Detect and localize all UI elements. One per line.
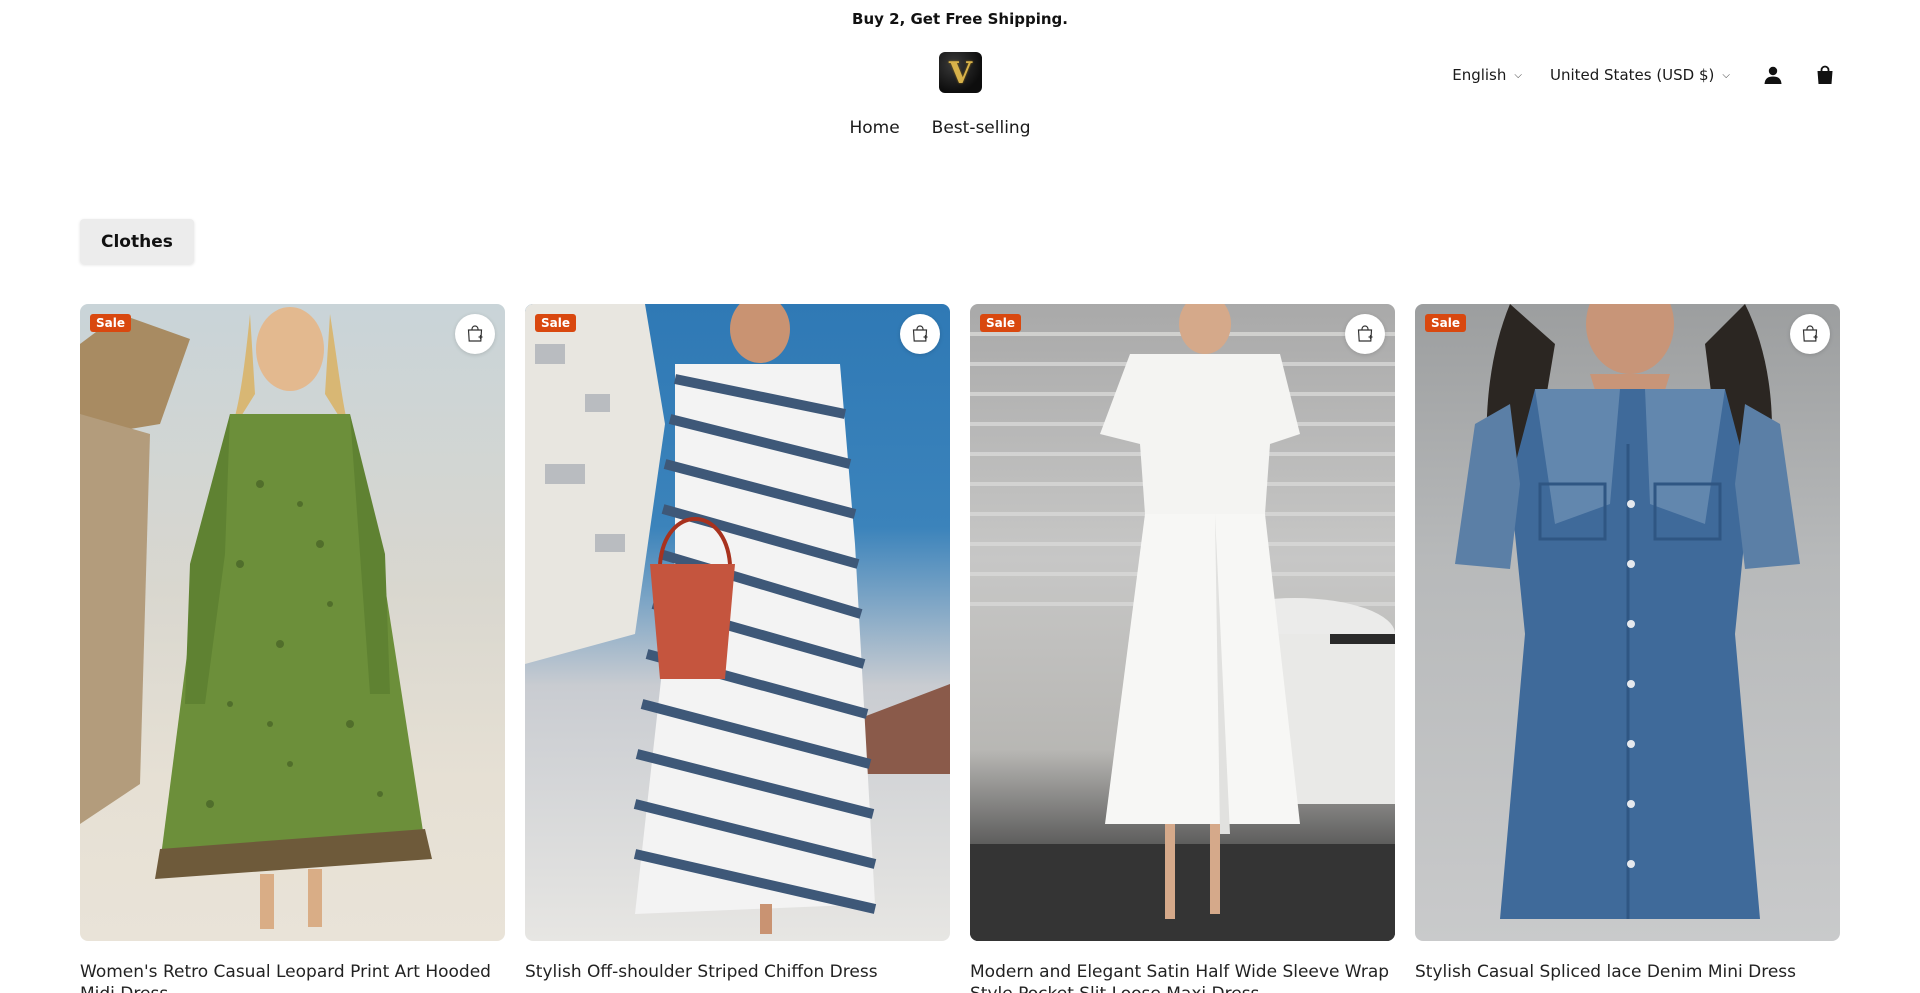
currency-label: United States (USD $) bbox=[1549, 66, 1715, 84]
announcement-text: Buy 2, Get Free Shipping. bbox=[852, 10, 1068, 28]
nav-item-home[interactable]: Home bbox=[849, 118, 899, 138]
product-card[interactable]: Sale Stylish Casual Spliced lace Denim M… bbox=[1415, 304, 1840, 993]
product-image[interactable]: Sale bbox=[525, 304, 950, 941]
shopping-bag-plus-icon bbox=[1357, 325, 1373, 342]
site-header: V English ⌵ United States (USD $) ⌵ bbox=[0, 38, 1920, 108]
person-icon bbox=[1764, 66, 1782, 84]
quick-add-button[interactable] bbox=[1790, 314, 1830, 354]
product-title[interactable]: Stylish Casual Spliced lace Denim Mini D… bbox=[1415, 961, 1840, 983]
storefront-page: Buy 2, Get Free Shipping. V English ⌵ Un… bbox=[0, 0, 1920, 993]
sale-badge: Sale bbox=[535, 314, 576, 332]
denim-dress-photo bbox=[1415, 304, 1840, 941]
shopping-bag-plus-icon bbox=[467, 325, 483, 342]
currency-selector[interactable]: United States (USD $) ⌵ bbox=[1550, 66, 1730, 84]
shopping-bag-plus-icon bbox=[912, 325, 928, 342]
shopping-bag-icon bbox=[1817, 65, 1833, 84]
language-selector[interactable]: English ⌵ bbox=[1452, 66, 1522, 84]
sale-badge: Sale bbox=[980, 314, 1021, 332]
collection-filters: Clothes bbox=[80, 219, 1920, 264]
main-nav: Home Best-selling bbox=[0, 108, 1920, 148]
sale-badge: Sale bbox=[1425, 314, 1466, 332]
product-image[interactable]: Sale bbox=[1415, 304, 1840, 941]
filter-chip-clothes[interactable]: Clothes bbox=[80, 219, 194, 264]
product-card[interactable]: Sale Women's Retro Casual Leopard Print … bbox=[80, 304, 505, 993]
product-image[interactable]: Sale bbox=[80, 304, 505, 941]
product-card[interactable]: Sale Stylish Off-shoulder Striped Chiffo… bbox=[525, 304, 950, 993]
product-card[interactable]: Sale Modern and Elegant Satin Half Wide … bbox=[970, 304, 1395, 993]
product-image[interactable]: Sale bbox=[970, 304, 1395, 941]
chevron-down-icon: ⌵ bbox=[1722, 69, 1730, 81]
leopard-dress-photo bbox=[80, 304, 505, 941]
account-button[interactable] bbox=[1758, 60, 1788, 90]
nav-item-best-selling[interactable]: Best-selling bbox=[932, 118, 1031, 138]
product-title[interactable]: Modern and Elegant Satin Half Wide Sleev… bbox=[970, 961, 1395, 993]
quick-add-button[interactable] bbox=[1345, 314, 1385, 354]
sale-badge: Sale bbox=[90, 314, 131, 332]
cart-button[interactable] bbox=[1810, 60, 1840, 90]
chevron-down-icon: ⌵ bbox=[1514, 69, 1522, 81]
header-utilities: English ⌵ United States (USD $) ⌵ bbox=[1452, 59, 1840, 91]
product-title[interactable]: Stylish Off-shoulder Striped Chiffon Dre… bbox=[525, 961, 950, 983]
language-label: English bbox=[1452, 66, 1507, 84]
striped-dress-photo bbox=[525, 304, 950, 941]
satin-maxi-dress-photo bbox=[970, 304, 1395, 941]
quick-add-button[interactable] bbox=[455, 314, 495, 354]
announcement-bar: Buy 2, Get Free Shipping. bbox=[0, 0, 1920, 38]
logo-letter: V bbox=[948, 55, 973, 91]
product-title[interactable]: Women's Retro Casual Leopard Print Art H… bbox=[80, 961, 505, 993]
quick-add-button[interactable] bbox=[900, 314, 940, 354]
store-logo[interactable]: V bbox=[939, 52, 982, 93]
shopping-bag-plus-icon bbox=[1802, 325, 1818, 342]
product-grid: Sale Women's Retro Casual Leopard Print … bbox=[80, 304, 1840, 993]
